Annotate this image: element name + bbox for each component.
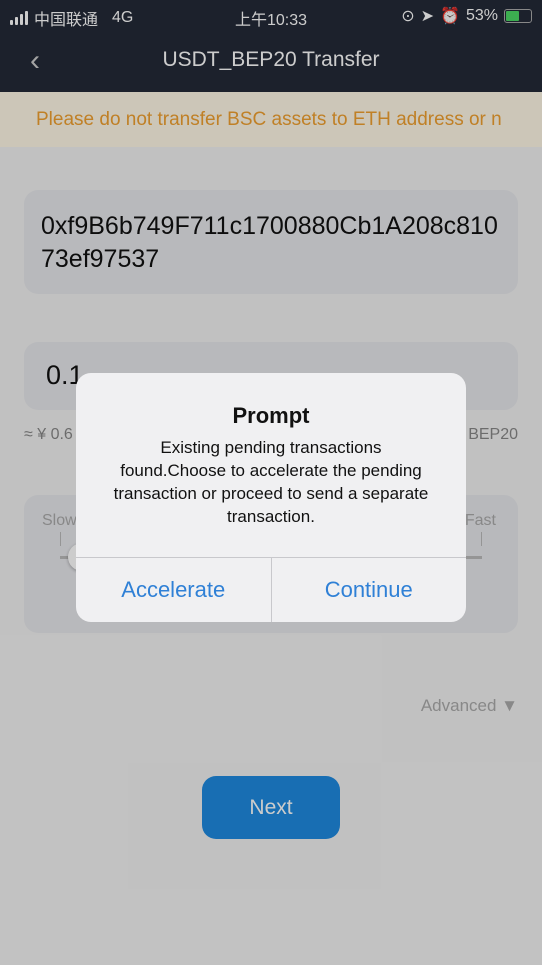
dialog-title: Prompt [232,403,310,428]
continue-button[interactable]: Continue [270,558,467,622]
dialog-actions: Accelerate Continue [76,557,466,622]
prompt-dialog: Prompt Existing pending transactions fou… [76,373,466,622]
dialog-message: Existing pending transactions found.Choo… [113,438,429,526]
accelerate-button[interactable]: Accelerate [76,558,271,622]
